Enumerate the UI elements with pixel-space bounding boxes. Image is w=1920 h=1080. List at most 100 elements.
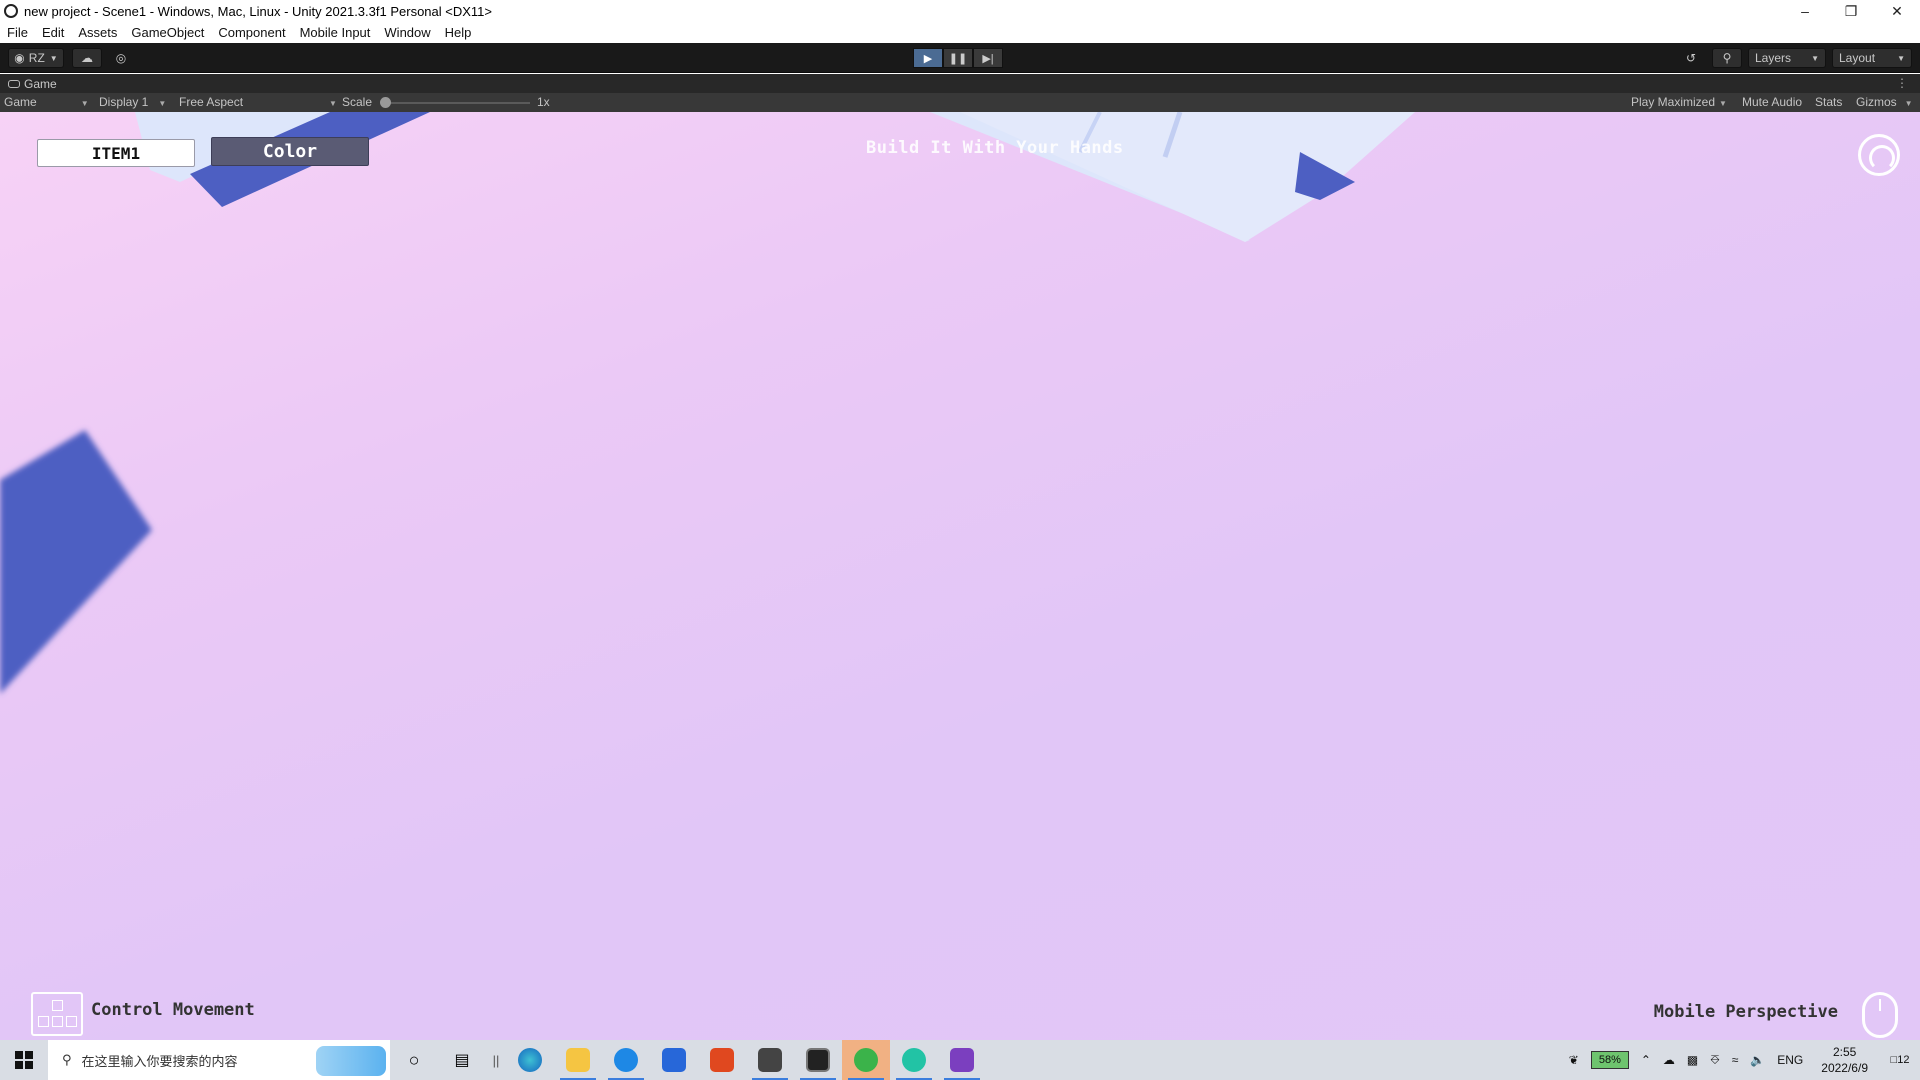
restore-button[interactable]: ❐ xyxy=(1828,0,1874,22)
visual-studio-icon xyxy=(950,1048,974,1072)
unity-app[interactable] xyxy=(794,1040,842,1080)
unity-hub-app[interactable] xyxy=(746,1040,794,1080)
view-dropdown[interactable]: Game ▼ xyxy=(4,95,89,109)
office-app[interactable] xyxy=(698,1040,746,1080)
stats-toggle[interactable]: Stats xyxy=(1815,95,1842,109)
display-dropdown[interactable]: Display 1 ▼ xyxy=(99,95,166,109)
cloud-button[interactable]: ☁ xyxy=(72,48,102,68)
color-button[interactable]: Color xyxy=(211,137,369,166)
cortana-icon: ○ xyxy=(408,1049,420,1070)
unity-icon xyxy=(4,4,18,18)
play-controls: ▶ ❚❚ ▶| xyxy=(913,48,1003,68)
chevron-down-icon: ▼ xyxy=(1904,99,1913,108)
menu-mobile-input[interactable]: Mobile Input xyxy=(300,25,371,40)
menu-window[interactable]: Window xyxy=(384,25,430,40)
search-highlight-image xyxy=(316,1046,386,1076)
search-icon: ⚲ xyxy=(62,1052,72,1067)
start-button[interactable] xyxy=(0,1040,48,1080)
game-tab-bar: Game ⋮ xyxy=(0,74,1920,93)
gizmos-dropdown[interactable]: Gizmos ▼ xyxy=(1856,95,1913,109)
menu-gameobject[interactable]: GameObject xyxy=(131,25,204,40)
cloud-icon: ☁ xyxy=(81,51,93,65)
onedrive-icon[interactable]: ☁ xyxy=(1663,1053,1675,1067)
keyboard-icon[interactable] xyxy=(31,992,83,1036)
layout-label: Layout xyxy=(1839,51,1876,65)
task-view-button[interactable]: ▤ xyxy=(438,1040,486,1080)
mute-audio-toggle[interactable]: Mute Audio xyxy=(1742,95,1802,109)
aspect-label: Free Aspect xyxy=(179,95,244,109)
divider: || xyxy=(492,1052,500,1068)
game-view-toolbar: Game ▼ Display 1 ▼ Free Aspect ▼ Scale 1x P… xyxy=(0,93,1920,112)
window-title: new project - Scene1 - Windows, Mac, Lin… xyxy=(24,3,492,19)
volume-icon[interactable]: 🔈 xyxy=(1750,1053,1765,1067)
pause-button[interactable]: ❚❚ xyxy=(943,48,973,68)
wechat-app[interactable] xyxy=(842,1040,890,1080)
search-icon: ⚲ xyxy=(1722,51,1732,65)
power-icon[interactable]: ⎑ xyxy=(1710,1053,1719,1068)
aspect-dropdown[interactable]: Free Aspect ▼ xyxy=(179,95,337,109)
battery-indicator[interactable]: 58% xyxy=(1590,1051,1629,1069)
folder-icon xyxy=(566,1048,590,1072)
chevron-down-icon: ▼ xyxy=(80,99,89,108)
layers-dropdown[interactable]: Layers ▼ xyxy=(1748,48,1826,68)
gizmos-label: Gizmos xyxy=(1856,95,1897,109)
game-title: Build It With Your Hands xyxy=(866,138,1124,158)
wechat-icon xyxy=(854,1048,878,1072)
minimize-button[interactable]: – xyxy=(1782,0,1828,22)
language-indicator[interactable]: ENG xyxy=(1777,1053,1803,1067)
play-icon: ▶ xyxy=(923,52,933,65)
taskbar-search[interactable]: ⚲ 在这里输入你要搜索的内容 xyxy=(48,1040,390,1080)
kebab-menu-icon[interactable]: ⋮ xyxy=(1896,76,1908,90)
chat-icon xyxy=(902,1048,926,1072)
file-explorer-app[interactable] xyxy=(554,1040,602,1080)
windows-logo-icon xyxy=(15,1051,33,1069)
chevron-up-icon[interactable]: ⌃ xyxy=(1641,1053,1651,1067)
notification-center[interactable]: □ 12 xyxy=(1880,1040,1920,1080)
shield-icon xyxy=(662,1048,686,1072)
mobile-perspective-label: Mobile Perspective xyxy=(1653,1002,1838,1022)
play-button[interactable]: ▶ xyxy=(913,48,943,68)
wifi-icon[interactable]: ≈ xyxy=(1732,1053,1739,1067)
search-placeholder: 在这里输入你要搜索的内容 xyxy=(81,1053,238,1069)
mouse-icon[interactable] xyxy=(1862,992,1898,1038)
menu-help[interactable]: Help xyxy=(445,25,472,40)
search-button[interactable]: ⚲ xyxy=(1712,48,1742,68)
step-button[interactable]: ▶| xyxy=(973,48,1003,68)
view-label: Game xyxy=(4,95,37,109)
cortana-button[interactable]: ○ xyxy=(390,1040,438,1080)
chevron-down-icon: ▼ xyxy=(158,99,167,108)
collab-button[interactable]: ◎ xyxy=(108,48,134,68)
control-movement-label: Control Movement xyxy=(91,1000,255,1020)
account-icon: ◉ xyxy=(14,51,25,65)
office-icon xyxy=(710,1048,734,1072)
camera-icon[interactable]: ▩ xyxy=(1687,1053,1698,1067)
chevron-down-icon: ▼ xyxy=(329,99,337,108)
ie-app[interactable] xyxy=(602,1040,650,1080)
main-toolbar: ◉ RZ ▼ ☁ ◎ ▶ ❚❚ ▶| ↺ ⚲ Layers ▼ Layout ▼ xyxy=(0,43,1920,73)
teal-app[interactable] xyxy=(890,1040,938,1080)
layout-dropdown[interactable]: Layout ▼ xyxy=(1832,48,1912,68)
item-button[interactable]: ITEM1 xyxy=(37,139,195,167)
restart-icon[interactable] xyxy=(1858,134,1900,176)
leaf-icon[interactable]: ❦ xyxy=(1569,1053,1579,1067)
blue-app[interactable] xyxy=(650,1040,698,1080)
account-dropdown[interactable]: ◉ RZ ▼ xyxy=(8,48,64,68)
clock-date: 2022/6/9 xyxy=(1821,1061,1868,1075)
tab-game[interactable]: Game xyxy=(24,77,57,91)
menu-component[interactable]: Component xyxy=(218,25,285,40)
scale-slider-track[interactable] xyxy=(385,102,530,104)
history-button[interactable]: ↺ xyxy=(1676,48,1706,68)
clock[interactable]: 2:55 2022/6/9 xyxy=(1821,1044,1868,1076)
notification-count: 12 xyxy=(1897,1054,1910,1066)
chevron-down-icon: ▼ xyxy=(49,53,58,63)
scale-slider-handle[interactable] xyxy=(380,97,391,108)
battery-label: 58% xyxy=(1598,1054,1621,1066)
close-button[interactable]: ✕ xyxy=(1874,0,1920,22)
visual-studio-app[interactable] xyxy=(938,1040,986,1080)
play-maximized-dropdown[interactable]: Play Maximized ▼ xyxy=(1631,95,1727,109)
edge-app[interactable] xyxy=(506,1040,554,1080)
menu-edit[interactable]: Edit xyxy=(42,25,64,40)
game-viewport[interactable]: ITEM1 Color Build It With Your Hands Con… xyxy=(0,112,1920,1040)
menu-file[interactable]: File xyxy=(7,25,28,40)
menu-assets[interactable]: Assets xyxy=(78,25,117,40)
